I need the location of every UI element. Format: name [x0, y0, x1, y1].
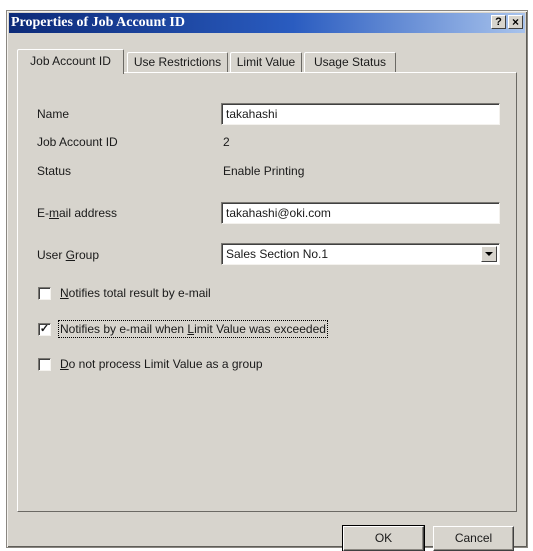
tab-job-account-id[interactable]: Job Account ID: [17, 49, 124, 74]
status-value: Enable Printing: [223, 164, 305, 178]
tab-use-restrictions[interactable]: Use Restrictions: [127, 52, 228, 72]
job-account-id-label: Job Account ID: [37, 135, 118, 149]
user-group-select[interactable]: Sales Section No.1: [221, 243, 500, 265]
checkbox-box[interactable]: [38, 358, 51, 371]
checkbox-label: Do not process Limit Value as a group: [60, 357, 263, 371]
checkbox-box[interactable]: [38, 287, 51, 300]
title-bar[interactable]: Properties of Job Account ID ? ×: [9, 13, 525, 33]
chevron-down-icon[interactable]: [481, 246, 497, 262]
properties-dialog: Properties of Job Account ID ? × Job Acc…: [6, 10, 528, 551]
checkbox-box-checked[interactable]: ✓: [38, 323, 51, 336]
cancel-button[interactable]: Cancel: [433, 526, 514, 551]
checkbox-label: Notifies total result by e-mail: [60, 286, 211, 300]
job-account-id-value: 2: [223, 135, 230, 149]
tab-panel-job-account-id: Name takahashi Job Account ID 2 Status E…: [17, 72, 517, 512]
tab-limit-value[interactable]: Limit Value: [230, 52, 302, 72]
name-label: Name: [37, 107, 70, 121]
ok-button[interactable]: OK: [342, 525, 425, 551]
user-group-label: User Group: [37, 248, 100, 262]
tab-usage-status[interactable]: Usage Status: [304, 52, 396, 72]
checkbox-label: Notifies by e-mail when Limit Value was …: [58, 320, 328, 338]
status-label: Status: [37, 164, 72, 178]
close-button[interactable]: ×: [508, 15, 523, 29]
name-input[interactable]: takahashi: [221, 103, 500, 125]
email-input[interactable]: takahashi@oki.com: [221, 202, 500, 224]
user-group-selected-value: Sales Section No.1: [226, 247, 329, 261]
email-label: E-mail address: [37, 206, 118, 220]
help-button[interactable]: ?: [491, 15, 506, 29]
window-title: Properties of Job Account ID: [11, 15, 185, 30]
